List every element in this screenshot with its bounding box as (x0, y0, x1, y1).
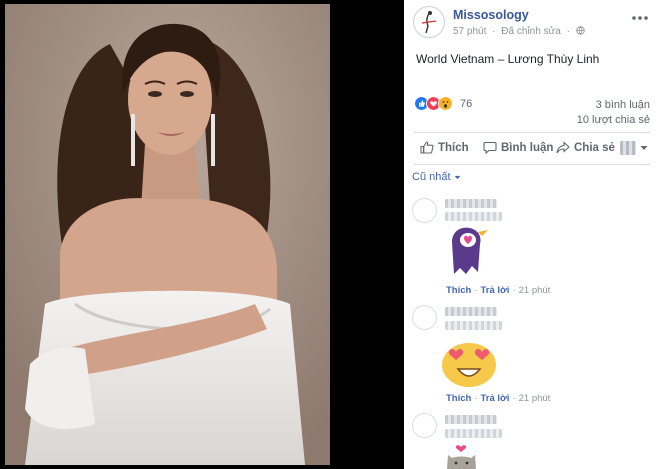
like-button[interactable]: Thích (420, 141, 469, 154)
comment-avatar[interactable] (412, 198, 437, 223)
page-name[interactable]: Missosology (453, 8, 529, 22)
comment-sort-label: Cũ nhất (412, 171, 451, 183)
share-label: Chia sẻ (574, 141, 615, 154)
post-text: World Vietnam – Lương Thùy Linh (416, 52, 600, 66)
like-icon (420, 141, 434, 154)
share-icon (556, 141, 570, 154)
comment-avatar[interactable] (412, 305, 437, 330)
more-icon (632, 16, 648, 20)
comment-like-link[interactable]: Thích (446, 285, 471, 296)
comment-time[interactable]: 21 phút (519, 393, 551, 404)
sort-caret-icon (454, 175, 461, 180)
comment-text-blurred (445, 212, 502, 221)
dot-separator: · (474, 393, 478, 404)
heart-eyes-emoji (442, 343, 496, 387)
comment-label: Bình luận (501, 141, 554, 154)
caret-down-icon (640, 146, 648, 150)
like-label: Thích (438, 141, 469, 154)
comment-actions: Thích · Trả lời · 21 phút (446, 285, 550, 296)
comment-like-link[interactable]: Thích (446, 393, 471, 404)
post-time[interactable]: 57 phút (453, 26, 486, 37)
dot-separator: · (474, 285, 478, 296)
post-meta: 57 phút · Đã chỉnh sửa · (453, 26, 585, 37)
page-avatar[interactable] (413, 6, 445, 38)
comment-time[interactable]: 21 phút (519, 285, 551, 296)
commenter-name-blurred[interactable] (445, 307, 497, 316)
comment-text-blurred (445, 429, 502, 438)
facebook-post: Missosology 57 phút · Đã chỉnh sửa · Wor… (404, 0, 660, 469)
comment-button[interactable]: Bình luận (483, 141, 553, 154)
comment-icon (483, 141, 497, 154)
dot-separator: · (512, 393, 516, 404)
sticker-bird (452, 227, 488, 274)
photo-pane (0, 0, 333, 469)
edited-label[interactable]: Đã chỉnh sửa (501, 26, 561, 37)
cat-sticker (447, 445, 476, 469)
globe-icon[interactable] (575, 26, 585, 35)
commenter-name-blurred[interactable] (445, 415, 497, 424)
comment-text-blurred (445, 321, 502, 330)
comment-reply-link[interactable]: Trả lời (481, 285, 510, 296)
comment-reply-link[interactable]: Trả lời (481, 393, 510, 404)
divider (414, 132, 650, 133)
action-bar: Thích Bình luận Chia sẻ (404, 134, 660, 164)
meta-separator: · (492, 26, 496, 37)
comment-sort-dropdown[interactable]: Cũ nhất (412, 171, 461, 183)
missosology-logo-icon (415, 8, 443, 36)
post-as-avatar (620, 141, 636, 155)
divider (414, 164, 650, 165)
post-header: Missosology 57 phút · Đã chỉnh sửa · (404, 0, 660, 40)
post-as-selector[interactable] (620, 141, 648, 155)
post-photo[interactable] (5, 4, 330, 465)
dot-separator: · (512, 285, 516, 296)
meta-separator: · (566, 26, 570, 37)
share-count-link[interactable]: 10 lượt chia sẻ (577, 114, 650, 126)
more-options-button[interactable] (632, 8, 648, 24)
comment-avatar[interactable] (412, 413, 437, 438)
woman-portrait-image (5, 4, 330, 465)
reaction-count: 76 (460, 98, 473, 110)
comment-count-link[interactable]: 3 bình luận (596, 99, 650, 111)
commenter-name-blurred[interactable] (445, 199, 497, 208)
comment-actions: Thích · Trả lời · 21 phút (446, 393, 550, 404)
share-button[interactable]: Chia sẻ (556, 141, 615, 154)
wow-reaction-icon (438, 96, 453, 111)
comment-sort-row: Cũ nhất (404, 168, 660, 188)
